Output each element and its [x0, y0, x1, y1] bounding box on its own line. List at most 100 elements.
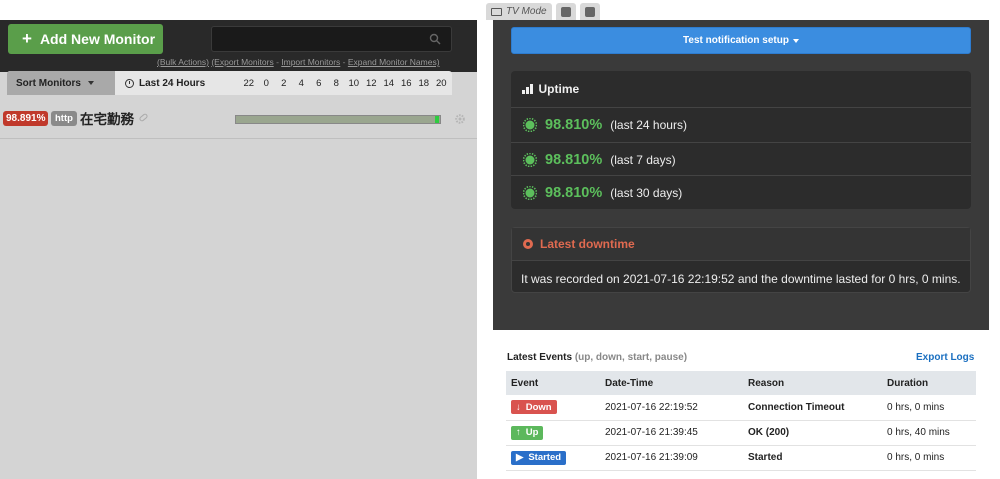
event-cell: ▶ Started — [506, 445, 600, 471]
mode-tabs: TV Mode — [486, 3, 600, 20]
monitor-row[interactable]: 98.891% http 在宅勤務 — [0, 105, 477, 139]
search-input[interactable] — [211, 26, 452, 52]
arrow-down-icon: ↓ — [516, 401, 521, 413]
facebook-tab[interactable] — [579, 3, 600, 20]
test-notification-button[interactable]: Test notification setup — [511, 27, 971, 54]
twitter-icon — [560, 6, 571, 17]
event-label: Up — [525, 427, 539, 438]
tv-mode-label: TV Mode — [506, 6, 547, 17]
uptime-card: Uptime 98.810% (last 24 hours) 98.810% (… — [511, 71, 971, 209]
event-duration: 0 hrs, 0 mins — [882, 445, 976, 471]
link-icon[interactable] — [138, 112, 149, 123]
event-cell: ↑ Up — [506, 420, 600, 446]
latest-downtime-card: Latest downtime It was recorded on 2021-… — [511, 227, 971, 293]
event-reason: Connection Timeout — [743, 395, 882, 421]
monitor-detail-panel: Test notification setup Uptime 98.810% (… — [493, 20, 989, 330]
monitor-name[interactable]: 在宅勤務 — [80, 108, 134, 128]
event-badge-down: ↓ Down — [511, 400, 557, 415]
uptime-row: 98.810% (last 24 hours) — [511, 107, 971, 141]
column-header: Date-Time — [600, 371, 743, 395]
sort-monitors-dropdown[interactable]: Sort Monitors — [7, 71, 115, 95]
arrow-up-icon: ↑ — [516, 427, 521, 438]
event-duration: 0 hrs, 0 mins — [882, 395, 976, 421]
uptime-badge: 98.891% — [3, 111, 49, 126]
export-monitors-link[interactable]: (Export Monitors — [211, 57, 273, 67]
uptime-title: Uptime — [522, 82, 579, 96]
hour-tick: 10 — [348, 77, 360, 89]
export-logs-link[interactable]: Export Logs — [916, 352, 974, 363]
events-subtitle: (up, down, start, pause) — [574, 352, 688, 363]
uptime-segment — [435, 116, 439, 123]
uptime-value: 98.810% — [545, 184, 603, 201]
downtime-text: It was recorded on 2021-07-16 22:19:52 a… — [521, 272, 961, 286]
event-cell: ↓ Down — [506, 395, 600, 421]
clock-icon — [125, 78, 134, 88]
hour-tick: 22 — [243, 77, 255, 89]
table-row: ↓ Down 2021-07-16 22:19:52 Connection Ti… — [506, 395, 976, 421]
status-up-icon — [523, 152, 537, 167]
monitor-list-panel: + Add New Monitor (Bulk Actions) (Export… — [0, 0, 477, 479]
downtime-header: Latest downtime — [512, 228, 970, 261]
hour-tick: 4 — [298, 77, 304, 89]
event-datetime: 2021-07-16 21:39:09 — [600, 445, 743, 471]
uptime-value: 98.810% — [545, 151, 603, 168]
column-header: Duration — [882, 371, 976, 395]
add-new-monitor-button[interactable]: + Add New Monitor — [8, 24, 163, 54]
event-badge-up: ↑ Up — [511, 425, 544, 440]
period-selector[interactable]: Last 24 Hours — [125, 71, 205, 95]
event-label: Started — [528, 452, 562, 463]
event-duration: 0 hrs, 40 mins — [882, 420, 976, 446]
bulk-links: (Bulk Actions) (Export Monitors - Import… — [157, 57, 440, 67]
event-datetime: 2021-07-16 22:19:52 — [600, 395, 743, 421]
table-row: ▶ Started 2021-07-16 21:39:09 Started 0 … — [506, 445, 976, 471]
column-header: Reason — [743, 371, 882, 395]
uptime-title-label: Uptime — [538, 82, 580, 96]
gear-icon[interactable] — [454, 113, 466, 125]
play-icon: ▶ — [516, 452, 524, 463]
downtime-icon — [523, 239, 533, 249]
uptime-period: (last 30 days) — [610, 185, 683, 200]
downtime-title: Latest downtime — [540, 237, 635, 251]
table-row: ↑ Up 2021-07-16 21:39:45 OK (200) 0 hrs,… — [506, 420, 976, 446]
hour-tick: 14 — [383, 77, 395, 89]
hour-tick: 2 — [281, 77, 287, 89]
tv-icon — [491, 7, 502, 16]
hour-tick: 8 — [333, 77, 339, 89]
top-strip — [0, 0, 477, 20]
expand-names-link[interactable]: Expand Monitor Names) — [348, 57, 440, 67]
search-icon[interactable] — [429, 33, 441, 45]
twitter-tab[interactable] — [555, 3, 576, 20]
event-datetime: 2021-07-16 21:39:45 — [600, 420, 743, 446]
hour-scale: 22 0 2 4 6 8 10 12 14 16 18 20 — [240, 71, 450, 95]
table-header-row: Event Date-Time Reason Duration — [506, 371, 976, 395]
import-monitors-link[interactable]: Import Monitors — [281, 57, 340, 67]
test-notification-label: Test notification setup — [683, 35, 789, 46]
events-table: Event Date-Time Reason Duration ↓ Down 2… — [506, 371, 976, 471]
event-reason: Started — [743, 445, 882, 471]
caret-down-icon — [792, 38, 799, 43]
bulk-actions-link[interactable]: (Bulk Actions) — [157, 57, 209, 67]
uptime-period: (last 24 hours) — [610, 117, 687, 132]
column-header: Event — [506, 371, 600, 395]
tv-mode-tab[interactable]: TV Mode — [486, 3, 552, 20]
period-label: Last 24 Hours — [139, 77, 206, 89]
hour-tick: 6 — [316, 77, 322, 89]
hour-tick: 0 — [263, 77, 269, 89]
events-title: Latest Events (up, down, start, pause) — [507, 352, 687, 363]
uptime-value: 98.810% — [545, 116, 603, 133]
hour-tick: 18 — [418, 77, 430, 89]
hour-tick: 12 — [365, 77, 377, 89]
type-badge: http — [51, 111, 77, 126]
caret-down-icon — [88, 81, 94, 85]
events-title-label: Latest Events — [507, 352, 573, 363]
event-reason: OK (200) — [743, 420, 882, 446]
hour-tick: 16 — [400, 77, 412, 89]
add-monitor-label: Add New Monitor — [39, 31, 156, 47]
event-label: Down — [525, 401, 552, 413]
status-up-icon — [523, 185, 537, 200]
uptime-period: (last 7 days) — [610, 152, 676, 167]
status-up-icon — [523, 117, 537, 132]
uptime-timeline — [235, 115, 441, 124]
bar-chart-icon — [522, 84, 533, 94]
uptime-row: 98.810% (last 7 days) — [511, 142, 971, 176]
